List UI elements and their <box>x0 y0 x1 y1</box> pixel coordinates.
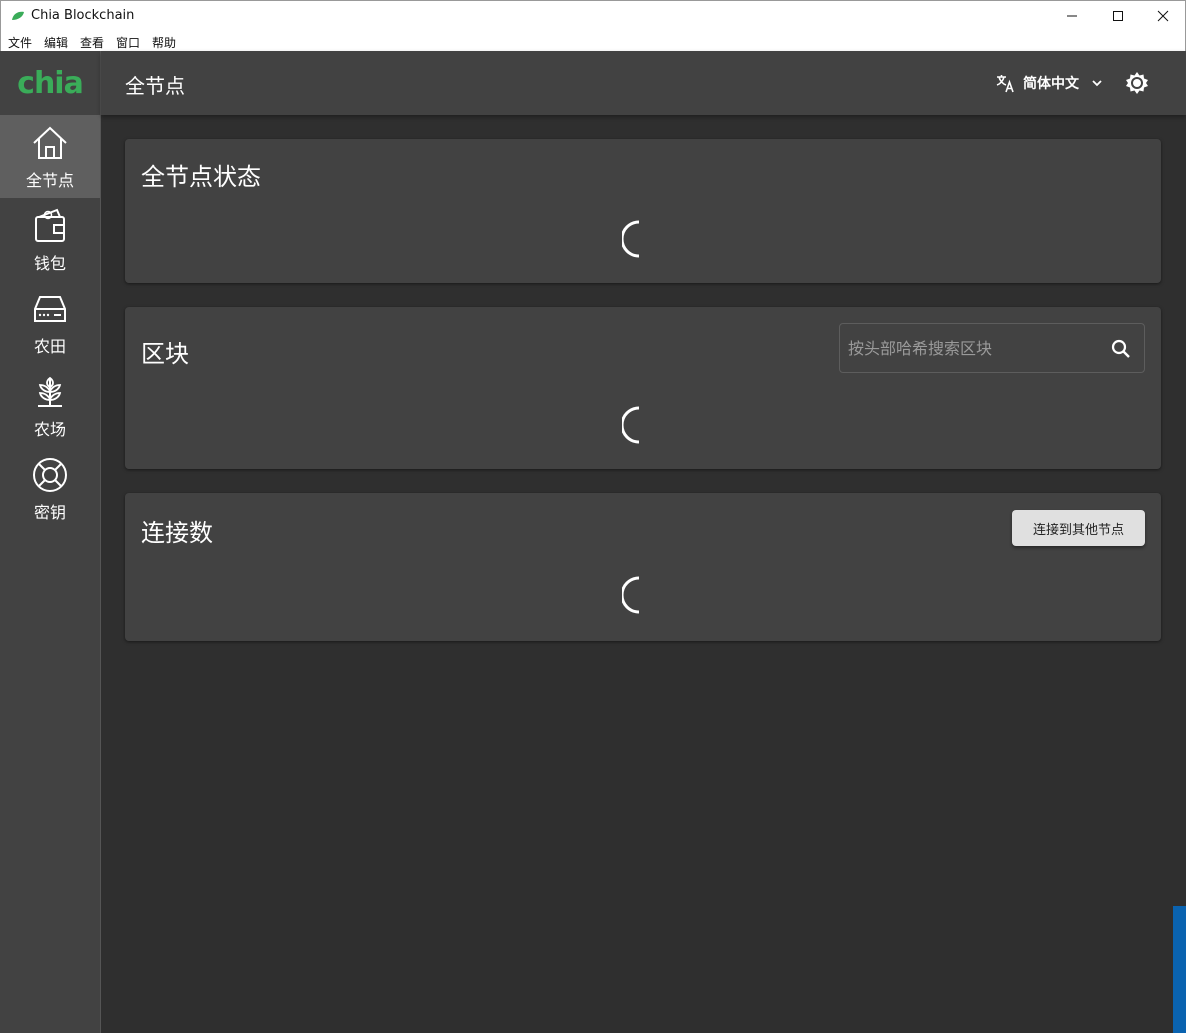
top-app-bar: 全节点 简体中文 <box>101 51 1186 115</box>
plant-icon <box>38 376 62 407</box>
search-icon[interactable] <box>1110 338 1132 360</box>
card-title: 区块 <box>141 340 189 368</box>
minimize-icon <box>1067 15 1077 17</box>
card-title: 连接数 <box>141 519 213 547</box>
sidebar-item-keys[interactable]: 密钥 <box>0 447 100 530</box>
chia-leaf-icon <box>12 11 24 20</box>
menu-help[interactable]: 帮助 <box>152 34 176 51</box>
sidebar-item-full-node[interactable]: 全节点 <box>0 115 100 198</box>
block-search-field <box>839 323 1145 373</box>
app-root: chia 全节点 钱包 农田 农场 密钥 全节点 简体中文 全节点状态 区块 按… <box>0 51 1186 1033</box>
blocks-card: 区块 <box>125 307 1161 469</box>
sidebar-item-label: 农场 <box>33 420 66 439</box>
window-titlebar: Chia Blockchain <box>0 0 1186 32</box>
lifebuoy-icon <box>33 458 67 492</box>
card-title: 全节点状态 <box>141 163 261 191</box>
sidebar-item-wallet[interactable]: 钱包 <box>0 198 100 281</box>
minimize-button[interactable] <box>1049 1 1095 31</box>
full-node-status-card: 全节点状态 <box>125 139 1161 283</box>
sidebar-item-label: 密钥 <box>33 503 66 522</box>
sidebar-item-label: 钱包 <box>33 254 66 273</box>
theme-toggle-icon[interactable] <box>1125 71 1149 95</box>
chevron-down-icon <box>1092 80 1102 87</box>
harddrive-icon <box>34 296 66 322</box>
maximize-icon <box>1113 11 1123 21</box>
language-selector[interactable]: 简体中文 <box>995 71 1107 95</box>
connect-to-other-peers-button[interactable]: 连接到其他节点 <box>1012 510 1145 546</box>
close-button[interactable] <box>1140 1 1186 31</box>
sidebar-item-plots[interactable]: 农田 <box>0 281 100 364</box>
connections-card: 连接数 连接到其他节点 <box>125 493 1161 641</box>
loading-spinner-icon <box>622 220 640 258</box>
taskbar-edge <box>1173 906 1186 1033</box>
menu-window[interactable]: 窗口 <box>116 34 140 51</box>
loading-spinner-icon <box>622 576 640 614</box>
sidebar: chia 全节点 钱包 农田 农场 密钥 <box>0 51 101 1033</box>
menu-bar: 文件 编辑 查看 窗口 帮助 <box>0 32 1186 51</box>
logo-text: chia <box>17 65 84 101</box>
chia-logo[interactable]: chia <box>0 51 100 115</box>
sidebar-item-label: 农田 <box>33 337 66 356</box>
maximize-button[interactable] <box>1095 1 1141 31</box>
menu-view[interactable]: 查看 <box>80 34 104 51</box>
loading-spinner-icon <box>622 406 640 444</box>
sidebar-item-farm[interactable]: 农场 <box>0 364 100 447</box>
menu-edit[interactable]: 编辑 <box>44 34 68 51</box>
translate-icon <box>996 75 1014 93</box>
block-search-input[interactable] <box>840 324 1100 372</box>
sidebar-item-label: 全节点 <box>25 171 74 190</box>
wallet-icon <box>35 208 65 242</box>
window-title: Chia Blockchain <box>31 8 135 23</box>
menu-file[interactable]: 文件 <box>8 34 32 51</box>
page-title: 全节点 <box>125 74 185 98</box>
language-label: 简体中文 <box>1023 76 1079 92</box>
home-icon <box>33 126 67 159</box>
close-icon <box>1157 10 1169 22</box>
